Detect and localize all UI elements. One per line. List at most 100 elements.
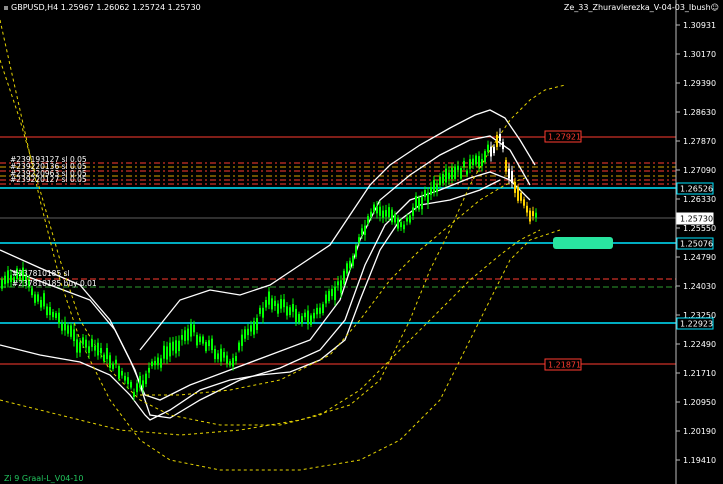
candle-body bbox=[424, 190, 426, 198]
candle-body bbox=[283, 299, 285, 308]
candle-body bbox=[73, 329, 75, 342]
candle-body bbox=[427, 192, 429, 204]
candle-body bbox=[445, 168, 447, 183]
candle-body bbox=[457, 165, 459, 170]
candle-body bbox=[382, 210, 384, 219]
candle-body bbox=[250, 325, 252, 332]
candle-body bbox=[331, 289, 333, 297]
candle-body bbox=[469, 159, 471, 169]
candle-body bbox=[526, 205, 528, 213]
candle-body bbox=[334, 286, 336, 301]
candle-body bbox=[499, 133, 501, 142]
candle-body bbox=[529, 210, 531, 222]
candle-body bbox=[157, 357, 159, 366]
candle-body bbox=[277, 303, 279, 314]
candle-body bbox=[325, 294, 327, 304]
candle-body bbox=[355, 245, 357, 257]
candle-body bbox=[223, 352, 225, 358]
candle-body bbox=[520, 193, 522, 201]
candle-body bbox=[343, 270, 345, 284]
candle-body bbox=[52, 311, 54, 318]
candle-body bbox=[352, 255, 354, 266]
level-tag-label: 1.22923 bbox=[680, 320, 713, 329]
candle-body bbox=[388, 207, 390, 218]
candle-body bbox=[349, 260, 351, 269]
candle-body bbox=[205, 342, 207, 352]
candle-body bbox=[496, 134, 498, 147]
candle-body bbox=[463, 160, 465, 167]
candle-body bbox=[127, 377, 129, 385]
candle-body bbox=[319, 307, 321, 314]
candle-body bbox=[253, 321, 255, 335]
candle-body bbox=[217, 353, 219, 360]
candle-body bbox=[46, 306, 48, 316]
price-chart[interactable]: #239193127 sl 0.05 #239220136 sl 0.05 #2… bbox=[0, 0, 723, 484]
candle-body bbox=[364, 225, 366, 235]
candle-body bbox=[439, 176, 441, 186]
candle-body bbox=[532, 211, 534, 217]
candle-body bbox=[154, 360, 156, 366]
candle-body bbox=[190, 323, 192, 337]
candle-body bbox=[7, 270, 9, 284]
candle-body bbox=[397, 217, 399, 229]
candle-body bbox=[475, 155, 477, 165]
candle-body bbox=[172, 341, 174, 351]
candle-body bbox=[436, 184, 438, 192]
candle-body bbox=[310, 315, 312, 325]
indicator-title: Ze_33_Zhuravlerezka_V-04-03_Ibush☺ bbox=[563, 3, 719, 12]
order-label-lower-2: #237810185 buy 0.01 bbox=[12, 279, 97, 288]
level-tag-label: 1.26526 bbox=[680, 185, 713, 194]
candle-body bbox=[295, 308, 297, 323]
candle-body bbox=[379, 206, 381, 216]
order-label-lower-1: #237810185 sl bbox=[12, 269, 70, 278]
candle-body bbox=[493, 146, 495, 154]
candle-body bbox=[508, 168, 510, 179]
candle-body bbox=[49, 307, 51, 316]
candle-body bbox=[109, 355, 111, 368]
axis-tick-label: 1.26330 bbox=[683, 195, 716, 204]
candle-body bbox=[340, 280, 342, 293]
candle-body bbox=[370, 211, 372, 218]
candle-body bbox=[286, 306, 288, 316]
candle-body bbox=[124, 375, 126, 381]
candle-body bbox=[403, 224, 405, 230]
candle-body bbox=[85, 339, 87, 348]
candle-body bbox=[181, 335, 183, 340]
candle-body bbox=[406, 217, 408, 222]
candle-body bbox=[502, 141, 504, 150]
indicator-footer: Zi 9 Graal-L_V04-10 bbox=[4, 474, 84, 483]
candle-body bbox=[481, 158, 483, 167]
axis-tick-label: 1.24790 bbox=[683, 253, 716, 262]
candle-body bbox=[292, 304, 294, 312]
candle-body bbox=[247, 328, 249, 336]
candle-body bbox=[214, 349, 216, 360]
candle-body bbox=[226, 355, 228, 364]
candle-body bbox=[55, 313, 57, 318]
candle-body bbox=[244, 329, 246, 339]
symbol-info: GBPUSD,H4 1.25967 1.26062 1.25724 1.2573… bbox=[11, 3, 201, 12]
candle-body bbox=[112, 363, 114, 370]
candle-body bbox=[67, 325, 69, 334]
chart-menu-icon[interactable] bbox=[4, 5, 8, 10]
candle-body bbox=[145, 373, 147, 385]
axis-tick-label: 1.30170 bbox=[683, 50, 716, 59]
candle-body bbox=[196, 334, 198, 346]
candle-body bbox=[175, 340, 177, 354]
candle-body bbox=[268, 291, 270, 305]
candle-body bbox=[142, 380, 144, 388]
candle-body bbox=[91, 339, 93, 347]
candle-body bbox=[385, 210, 387, 217]
candle-body bbox=[418, 197, 420, 210]
candle-body bbox=[139, 375, 141, 388]
candle-body bbox=[409, 215, 411, 223]
candle-body bbox=[148, 367, 150, 373]
candle-body bbox=[58, 312, 60, 324]
candle-body bbox=[43, 293, 45, 307]
candle-body bbox=[322, 304, 324, 314]
candle-body bbox=[130, 381, 132, 388]
candle-body bbox=[115, 359, 117, 364]
axis-tick-label: 1.22490 bbox=[683, 340, 716, 349]
candle-body bbox=[421, 197, 423, 210]
axis-tick-label: 1.21710 bbox=[683, 369, 716, 378]
candle-body bbox=[97, 342, 99, 356]
